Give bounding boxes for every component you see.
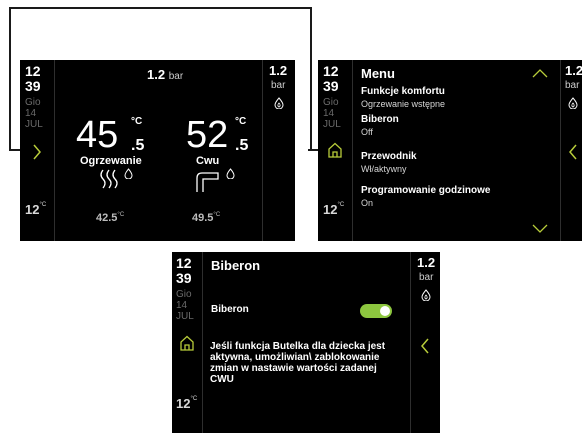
faucet-icon xyxy=(194,168,222,194)
flame-icon xyxy=(124,168,133,179)
date-month: JUL xyxy=(176,311,194,322)
top-pressure-unit: bar xyxy=(168,71,184,82)
date-day: 14 xyxy=(323,108,335,119)
top-pressure-value: 1.2 xyxy=(147,67,166,82)
side-pressure-value: 1.2 xyxy=(565,63,582,78)
top-pressure: 1.2 bar xyxy=(147,68,183,84)
clock-minute: 39 xyxy=(323,78,339,94)
side-pressure-value: 1.2 xyxy=(417,255,436,270)
outdoor-temperature: 12°C xyxy=(323,202,344,217)
date-month: JUL xyxy=(323,119,341,130)
menu-item-label: Funkcje komfortu xyxy=(361,86,445,97)
menu-item-label: Przewodnik xyxy=(361,151,417,162)
outdoor-temp-unit: °C xyxy=(337,202,345,208)
heating-temp-dec: .5 xyxy=(131,137,145,154)
heating-label: Ogrzewanie xyxy=(80,155,142,167)
date-day: 14 xyxy=(176,300,188,311)
heating-setpoint-value: 42.5 xyxy=(96,212,118,224)
menu-item-value: Wł/aktywny xyxy=(361,164,407,174)
biberon-screen: 12 39 Gio 14 JUL 12°C Biberon Biberon Je… xyxy=(172,252,440,433)
menu-item-value: Off xyxy=(361,127,373,137)
side-pressure-unit: bar xyxy=(565,80,580,91)
biberon-toggle-label: Biberon xyxy=(211,304,249,315)
side-pressure-value: 1.2 xyxy=(269,63,288,78)
left-column-divider xyxy=(352,60,353,241)
date-weekday: Gio xyxy=(176,289,192,300)
clock-minute: 39 xyxy=(25,78,41,94)
side-pressure-unit: bar xyxy=(271,80,286,91)
menu-item-value: Ogrzewanie wstępne xyxy=(361,99,446,109)
biberon-toggle[interactable] xyxy=(360,304,392,318)
right-column-divider xyxy=(410,252,411,433)
chevron-right-icon[interactable] xyxy=(32,144,42,160)
flame-icon xyxy=(421,289,431,301)
chevron-up-icon[interactable] xyxy=(532,69,548,78)
menu-item-label: Biberon xyxy=(361,114,399,125)
radiator-icon xyxy=(98,168,122,190)
right-column-divider xyxy=(560,60,561,241)
home-icon[interactable] xyxy=(179,335,195,351)
clock-minute: 39 xyxy=(176,270,192,286)
outdoor-temperature: 12°C xyxy=(25,202,46,217)
toggle-knob xyxy=(380,306,390,316)
menu-title: Menu xyxy=(361,66,395,81)
outdoor-temp-value: 12 xyxy=(176,396,191,411)
clock-hour: 12 xyxy=(176,255,192,271)
biberon-description: Jeśli funkcja Butelka dla dziecka jest a… xyxy=(210,341,386,385)
left-column-divider xyxy=(202,252,203,433)
dhw-setpoint-value: 49.5 xyxy=(192,212,214,224)
outdoor-temp-unit: °C xyxy=(39,202,47,208)
dhw-temp-dec: .5 xyxy=(235,137,249,154)
right-column-divider xyxy=(262,60,263,241)
dhw-setpoint: 49.5°C xyxy=(192,212,220,224)
flame-icon xyxy=(568,97,578,109)
flame-icon xyxy=(226,168,235,179)
heating-setpoint-unit: °C xyxy=(117,212,125,218)
flame-icon xyxy=(274,97,284,109)
heating-setpoint: 42.5°C xyxy=(96,212,124,224)
outdoor-temp-value: 12 xyxy=(323,202,338,217)
heating-temp-unit: °C xyxy=(131,116,143,127)
date-weekday: Gio xyxy=(25,97,41,108)
dhw-setpoint-unit: °C xyxy=(213,212,221,218)
home-icon[interactable] xyxy=(327,142,343,158)
date-day: 14 xyxy=(25,108,37,119)
clock-hour: 12 xyxy=(323,63,339,79)
outdoor-temp-unit: °C xyxy=(190,396,198,402)
heating-temp-int: 45 xyxy=(76,114,119,156)
dhw-temp-int: 52 xyxy=(186,114,229,156)
chevron-down-icon[interactable] xyxy=(532,224,548,233)
date-month: JUL xyxy=(25,119,43,130)
chevron-left-icon[interactable] xyxy=(420,338,430,354)
menu-item-label: Programowanie godzinowe xyxy=(361,185,491,196)
date-weekday: Gio xyxy=(323,97,339,108)
dhw-label: Cwu xyxy=(196,155,220,167)
dhw-temp-unit: °C xyxy=(235,116,247,127)
home-screen: 12 39 Gio 14 JUL 12°C 1.2 bar 45 °C .5 O… xyxy=(20,60,295,241)
menu-screen: 12 39 Gio 14 JUL 12°C Menu Funkcje komfo… xyxy=(318,60,582,241)
left-column-divider xyxy=(54,60,55,241)
side-pressure-unit: bar xyxy=(419,272,434,283)
outdoor-temperature: 12°C xyxy=(176,396,197,411)
menu-item-value: On xyxy=(361,198,374,208)
biberon-title: Biberon xyxy=(211,258,261,273)
outdoor-temp-value: 12 xyxy=(25,202,40,217)
clock-hour: 12 xyxy=(25,63,41,79)
chevron-left-icon[interactable] xyxy=(568,144,578,160)
